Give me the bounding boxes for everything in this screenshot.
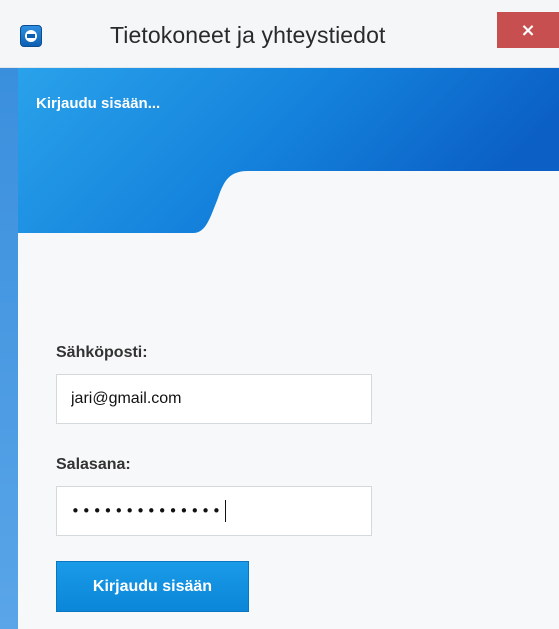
password-input[interactable]: •••••••••••••• — [71, 502, 223, 520]
email-input[interactable] — [71, 375, 371, 423]
app-icon[interactable] — [20, 25, 42, 47]
header-label: Kirjaudu sisään... — [36, 95, 161, 112]
text-caret — [224, 500, 226, 522]
login-header — [18, 68, 559, 233]
close-icon: × — [520, 19, 536, 41]
password-label: Salasana: — [56, 456, 131, 473]
header-background — [18, 68, 559, 233]
password-field[interactable]: •••••••••••••• — [56, 486, 372, 536]
email-label: Sähköposti: — [56, 344, 148, 361]
email-field[interactable] — [56, 374, 372, 424]
close-button[interactable]: × — [497, 12, 559, 48]
title-bar: Tietokoneet ja yhteystiedot × — [0, 0, 559, 68]
app-icon-arrow — [27, 34, 35, 38]
window-title: Tietokoneet ja yhteystiedot — [110, 22, 386, 48]
login-window: Tietokoneet ja yhteystiedot × Kirjaudu s… — [0, 0, 559, 629]
window-frame-left — [0, 68, 18, 629]
login-button[interactable]: Kirjaudu sisään — [56, 561, 249, 612]
